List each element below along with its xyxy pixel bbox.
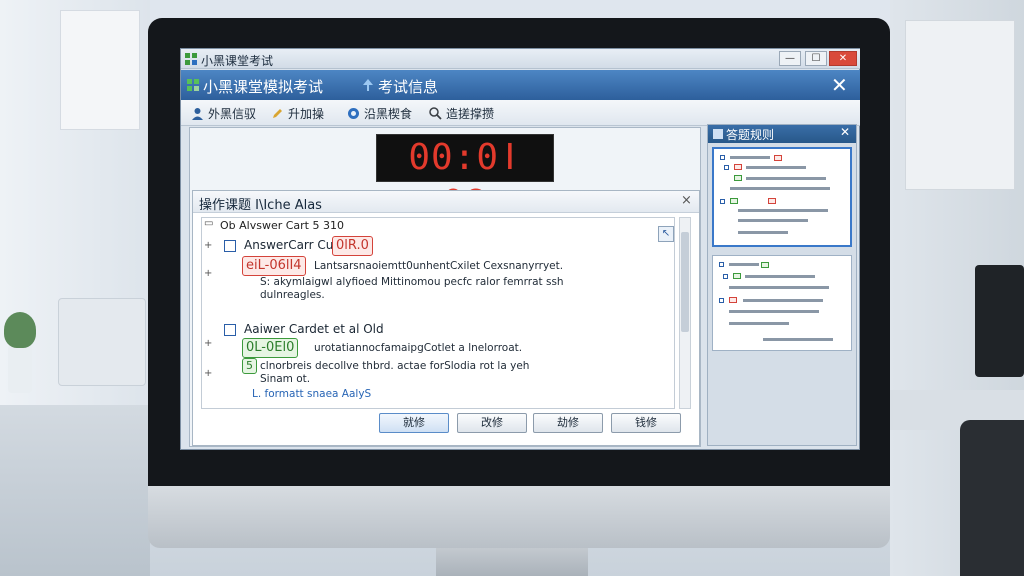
question-2-checkbox[interactable]: [224, 324, 236, 336]
question-2-text-line-2: clnorbreis decollve thbrd. actae forSlod…: [260, 360, 530, 372]
main-panel: 00:0ǀ 08 操作课题 I\Iche Alas × ▭ Ob Alvswer…: [189, 127, 701, 447]
question-scrollbar[interactable]: [679, 217, 691, 409]
question-2-label: Aaiwer Cardet et al Old: [244, 322, 384, 336]
toolbar-item-1-label: 外黑信驭: [208, 106, 257, 121]
question-window-close-button[interactable]: ×: [681, 193, 692, 208]
expand-arrow-icon[interactable]: +: [204, 368, 212, 379]
question-1-score-badge: 0lR.0: [332, 236, 373, 256]
maximize-button[interactable]: ☐: [805, 51, 827, 66]
toolbar-item-4[interactable]: 造搓撑攒: [429, 104, 494, 122]
action-button-4[interactable]: 钱修: [611, 413, 681, 433]
action-button-2[interactable]: 改修: [457, 413, 527, 433]
toolbar-item-2-label: 升加操: [288, 106, 325, 121]
question-1-text-line-3: dulnreagles.: [260, 289, 325, 301]
user-icon: [192, 107, 203, 120]
app-title: 小黑课堂模拟考试: [203, 78, 324, 96]
screen: 小黑课堂考试 — ☐ ✕ 小黑课堂模拟考试 考试信息 ✕ 外黑信驭 升加操 沿黑…: [180, 48, 860, 450]
background-desk: [0, 405, 150, 576]
toolbar-item-4-label: 造搓撑攒: [446, 106, 495, 121]
background-notice-board: [60, 10, 140, 130]
info-arrow-icon: [363, 79, 373, 91]
search-icon: [429, 106, 442, 120]
pin-button[interactable]: ↖: [658, 226, 674, 242]
panel-icon: [713, 129, 723, 139]
toolbar: 外黑信驭 升加操 沿黑楔食 造搓撑攒: [181, 100, 860, 126]
expand-arrow-icon[interactable]: +: [204, 240, 212, 251]
background-plant: [4, 312, 36, 348]
expand-arrow-icon[interactable]: +: [204, 268, 212, 279]
os-titlebar[interactable]: 小黑课堂考试 — ☐ ✕: [181, 49, 860, 69]
question-thumbnail-1[interactable]: [712, 147, 852, 247]
scrollbar-thumb[interactable]: [681, 232, 689, 332]
question-2-link[interactable]: L. formatt snaea AalyS: [252, 388, 371, 400]
background-whiteboard: [905, 20, 1015, 190]
background-monitor-right: [975, 265, 1024, 377]
exam-info-tab[interactable]: 考试信息: [378, 76, 438, 97]
countdown-timer: 00:0ǀ 08: [376, 134, 554, 224]
expand-arrow-icon[interactable]: +: [204, 338, 212, 349]
question-2-text-line-3: Sinam ot.: [260, 373, 311, 385]
collapse-icon[interactable]: ▭: [204, 218, 213, 229]
action-button-3[interactable]: 劫修: [533, 413, 603, 433]
question-1-text-line-2: S: akymlaigwl alyfioed Mittinomou pecfc …: [260, 276, 564, 288]
toolbar-item-1[interactable]: 外黑信驭: [191, 104, 256, 122]
toolbar-item-2[interactable]: 升加操: [271, 104, 324, 122]
toolbar-item-3-label: 沿黑楔食: [364, 106, 413, 121]
app-close-button[interactable]: ✕: [831, 73, 848, 97]
question-thumbnail-2[interactable]: [712, 255, 852, 351]
question-2-text-line-1: urotatiannocfamaipgCotlet a lnelorroat.: [314, 342, 523, 354]
question-2-code-badge: 0L-0El0: [242, 338, 299, 358]
monitor-chin: [148, 486, 890, 548]
background-monitor: [58, 298, 146, 386]
background-plant-pot: [8, 345, 32, 393]
question-window-title: 操作课题 I\Iche Alas: [199, 198, 322, 213]
monitor-stand: [436, 548, 588, 576]
answer-sheet-panel: 答题规则 ✕: [707, 124, 857, 446]
edit-icon: [273, 108, 282, 118]
question-list: ▭ Ob Alvswer Cart 5 310 ↖ + AnswerCarr C…: [201, 217, 675, 409]
question-1-checkbox[interactable]: [224, 240, 236, 252]
app-grid-icon: [185, 53, 197, 65]
toolbar-item-3[interactable]: 沿黑楔食: [347, 104, 412, 122]
question-2-small-badge: 5: [242, 358, 257, 374]
eye-icon: [348, 107, 359, 119]
minimize-button[interactable]: —: [779, 51, 801, 66]
question-1-code-badge: eiL-06lI4: [242, 256, 306, 276]
window-close-button[interactable]: ✕: [829, 51, 857, 66]
question-1-label: AnswerCarr Curt: [244, 238, 344, 252]
os-window-title: 小黑课堂考试: [201, 54, 274, 68]
question-window: 操作课题 I\Iche Alas × ▭ Ob Alvswer Cart 5 3…: [192, 190, 700, 446]
app-header: 小黑课堂模拟考试 考试信息 ✕: [181, 70, 860, 100]
side-panel-close-button[interactable]: ✕: [840, 125, 850, 139]
question-list-header: Ob Alvswer Cart 5 310: [220, 219, 344, 232]
side-panel-title: 答题规则: [726, 128, 775, 142]
background-chair: [960, 420, 1024, 576]
grid-icon: [187, 79, 199, 91]
question-1-text-line-1: Lantsarsnaoiemtt0unhentCxilet Cexsnanyrr…: [314, 260, 564, 272]
question-window-titlebar[interactable]: 操作课题 I\Iche Alas ×: [193, 191, 699, 213]
action-button-1[interactable]: 就修: [379, 413, 449, 433]
side-panel-header: 答题规则 ✕: [708, 125, 856, 143]
exam-window: 小黑课堂考试 — ☐ ✕ 小黑课堂模拟考试 考试信息 ✕ 外黑信驭 升加操 沿黑…: [180, 48, 860, 450]
